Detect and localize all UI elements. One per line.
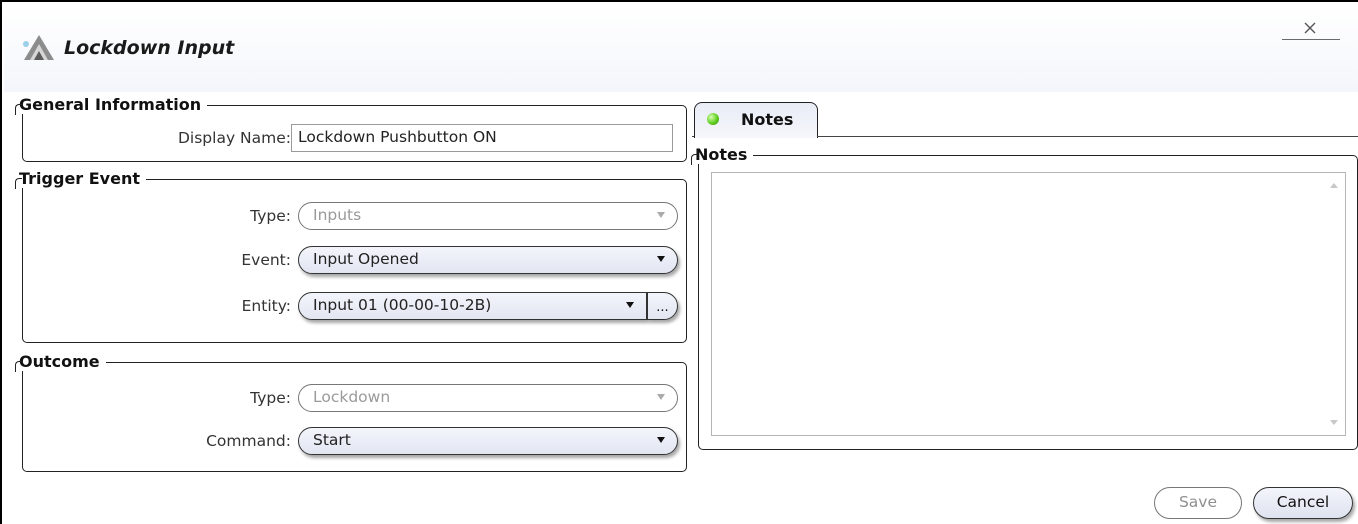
outcome-type-label: Type: bbox=[250, 389, 291, 407]
outcome-type-select: Lockdown bbox=[298, 384, 678, 412]
trigger-event-legend: Trigger Event bbox=[15, 169, 146, 189]
window-title: Lockdown Input bbox=[64, 37, 235, 59]
command-select[interactable]: Start bbox=[298, 427, 678, 455]
notes-textarea[interactable] bbox=[711, 172, 1346, 436]
trigger-type-select: Inputs bbox=[298, 202, 678, 230]
notes-legend: Notes bbox=[690, 145, 754, 165]
entity-label: Entity: bbox=[241, 297, 291, 315]
app-logo-icon bbox=[23, 35, 54, 60]
scroll-down-icon[interactable] bbox=[1330, 420, 1338, 425]
status-indicator-icon bbox=[707, 113, 719, 125]
chevron-down-icon bbox=[626, 302, 634, 308]
chevron-down-icon bbox=[657, 212, 665, 218]
chevron-down-icon bbox=[657, 394, 665, 400]
tab-notes[interactable]: Notes bbox=[694, 102, 818, 138]
event-label: Event: bbox=[241, 251, 291, 269]
scroll-up-icon[interactable] bbox=[1330, 183, 1338, 188]
command-value: Start bbox=[313, 431, 351, 449]
trigger-type-value: Inputs bbox=[313, 206, 362, 224]
entity-select[interactable]: Input 01 (00-00-10-2B) bbox=[298, 292, 647, 320]
chevron-down-icon bbox=[657, 437, 665, 443]
event-select[interactable]: Input Opened bbox=[298, 246, 678, 274]
command-label: Command: bbox=[206, 432, 291, 450]
close-button[interactable] bbox=[1282, 18, 1340, 40]
general-information-legend: General Information bbox=[14, 95, 208, 115]
chevron-down-icon bbox=[657, 256, 665, 262]
tab-notes-label: Notes bbox=[741, 110, 794, 129]
display-name-input[interactable]: Lockdown Pushbutton ON bbox=[291, 124, 673, 152]
close-icon bbox=[1304, 22, 1316, 34]
display-name-label: Display Name: bbox=[177, 129, 291, 147]
trigger-type-label: Type: bbox=[250, 207, 291, 225]
outcome-type-value: Lockdown bbox=[313, 388, 391, 406]
entity-browse-button[interactable]: ... bbox=[647, 292, 678, 320]
outcome-legend: Outcome bbox=[15, 352, 106, 372]
entity-value: Input 01 (00-00-10-2B) bbox=[313, 296, 492, 314]
title-bar: Lockdown Input bbox=[4, 4, 1358, 92]
trigger-event-group: Trigger Event Type: Inputs Event: Input … bbox=[15, 169, 687, 343]
event-value: Input Opened bbox=[313, 250, 419, 268]
general-information-group: General Information Display Name: Lockdo… bbox=[14, 95, 687, 162]
save-button[interactable]: Save bbox=[1154, 487, 1242, 519]
outcome-group: Outcome Type: Lockdown Command: Start bbox=[15, 352, 687, 472]
cancel-button[interactable]: Cancel bbox=[1253, 487, 1353, 519]
tab-strip-rule bbox=[817, 136, 1358, 137]
lockdown-input-window: Lockdown Input General Information Displ… bbox=[0, 0, 1358, 524]
